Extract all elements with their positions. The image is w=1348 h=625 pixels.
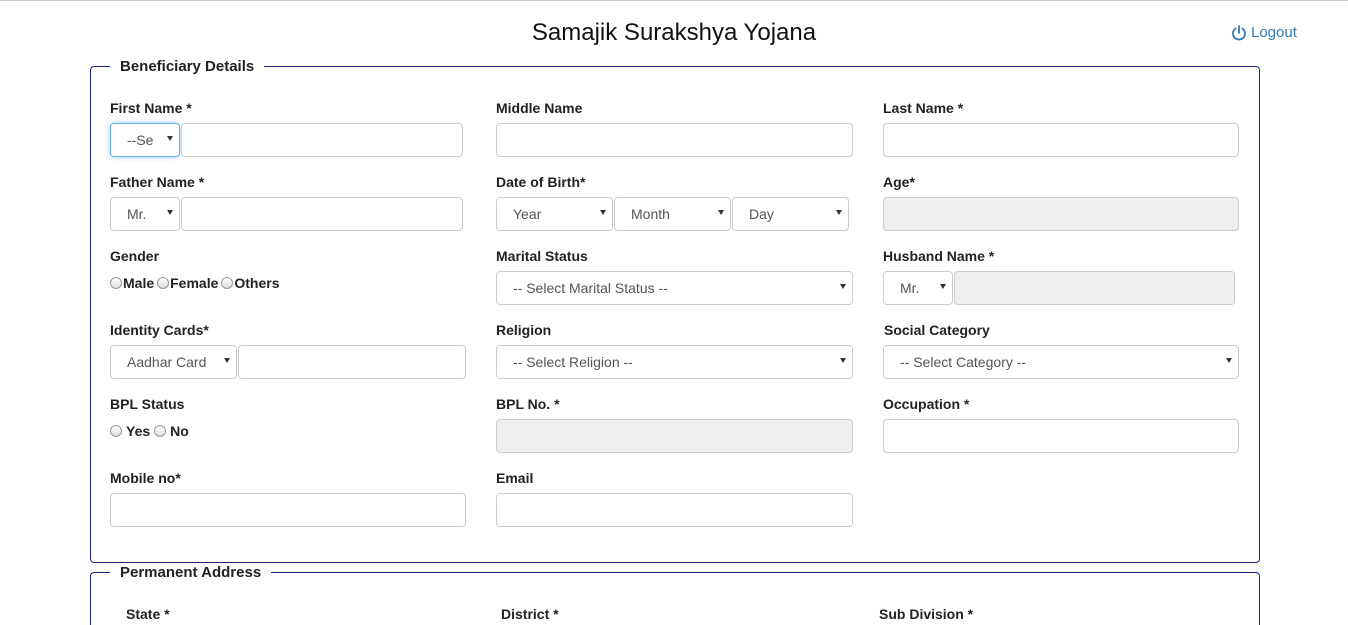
bpl-status-label: BPL Status — [110, 396, 185, 412]
father-name-title-select[interactable]: Mr. — [110, 197, 180, 231]
bpl-yes-radio[interactable] — [110, 425, 122, 437]
page-title: Samajik Surakshya Yojana — [531, 19, 817, 46]
dob-month-select[interactable]: Month — [614, 197, 731, 231]
first-name-title-value: --Se — [127, 132, 154, 148]
identity-type-select[interactable]: Aadhar Card — [110, 345, 237, 379]
last-name-label: Last Name * — [883, 100, 964, 116]
bpl-yes-label: Yes — [126, 423, 151, 439]
chevron-down-icon — [1226, 358, 1232, 363]
religion-select[interactable]: -- Select Religion -- — [496, 345, 853, 379]
logout-label: Logout — [1251, 24, 1297, 41]
last-name-input[interactable] — [883, 123, 1239, 157]
dob-month-value: Month — [631, 206, 670, 222]
husband-name-label: Husband Name * — [883, 248, 995, 264]
gender-female-radio[interactable] — [157, 277, 170, 289]
husband-title-select[interactable]: Mr. — [883, 271, 953, 305]
father-title-value: Mr. — [127, 206, 147, 222]
first-name-title-select[interactable]: --Se — [110, 123, 180, 157]
email-input[interactable] — [496, 493, 853, 527]
dob-label: Date of Birth* — [496, 174, 586, 190]
permanent-address-section: Permanent Address — [90, 564, 1260, 625]
occupation-input[interactable] — [883, 419, 1239, 453]
gender-others-label: Others — [234, 275, 280, 291]
social-category-value: -- Select Category -- — [900, 354, 1027, 370]
social-category-label: Social Category — [884, 322, 990, 338]
email-label: Email — [496, 470, 534, 486]
bpl-no-radio[interactable] — [154, 425, 167, 437]
marital-status-select[interactable]: -- Select Marital Status -- — [496, 271, 853, 305]
logout-link[interactable]: Logout — [1231, 24, 1297, 41]
gender-male-radio[interactable] — [110, 277, 122, 289]
chevron-down-icon — [840, 284, 846, 289]
gender-female-label: Female — [170, 275, 219, 291]
dob-year-select[interactable]: Year — [496, 197, 613, 231]
chevron-down-icon — [718, 210, 724, 215]
chevron-down-icon — [167, 210, 173, 215]
marital-status-label: Marital Status — [496, 248, 588, 264]
middle-name-label: Middle Name — [496, 100, 583, 116]
first-name-input[interactable] — [181, 123, 463, 157]
religion-value: -- Select Religion -- — [513, 354, 633, 370]
bpl-no-input — [496, 419, 853, 453]
middle-name-input[interactable] — [496, 123, 853, 157]
dob-day-select[interactable]: Day — [732, 197, 849, 231]
marital-status-value: -- Select Marital Status -- — [513, 280, 668, 296]
permanent-address-legend: Permanent Address — [120, 564, 262, 581]
state-label: State * — [126, 606, 170, 622]
chevron-down-icon — [940, 284, 946, 289]
chevron-down-icon — [840, 358, 846, 363]
power-icon — [1232, 24, 1246, 40]
identity-type-value: Aadhar Card — [127, 354, 207, 370]
mobile-input[interactable] — [110, 493, 466, 527]
religion-label: Religion — [496, 322, 552, 338]
gender-others-radio[interactable] — [221, 277, 234, 289]
gender-male-label: Male — [123, 275, 155, 291]
gender-label: Gender — [110, 248, 160, 264]
beneficiary-legend: Beneficiary Details — [120, 58, 255, 75]
husband-name-input — [954, 271, 1235, 305]
occupation-label: Occupation * — [883, 396, 970, 412]
father-name-label: Father Name * — [110, 174, 205, 190]
district-label: District * — [501, 606, 559, 622]
sub-division-label: Sub Division * — [879, 606, 974, 622]
chevron-down-icon — [600, 210, 606, 215]
identity-cards-label: Identity Cards* — [110, 322, 209, 338]
first-name-label: First Name * — [110, 100, 192, 116]
age-input — [883, 197, 1239, 231]
chevron-down-icon — [167, 136, 173, 141]
dob-day-value: Day — [749, 206, 774, 222]
father-name-input[interactable] — [181, 197, 463, 231]
chevron-down-icon — [836, 210, 842, 215]
mobile-label: Mobile no* — [110, 470, 181, 486]
husband-title-value: Mr. — [900, 280, 920, 296]
age-label: Age* — [883, 174, 915, 190]
bpl-status-radio-group: Yes No — [110, 423, 189, 439]
bpl-no-label: No — [170, 423, 189, 439]
social-category-select[interactable]: -- Select Category -- — [883, 345, 1239, 379]
identity-number-input[interactable] — [238, 345, 466, 379]
chevron-down-icon — [224, 358, 230, 363]
dob-year-value: Year — [513, 206, 542, 222]
bpl-no-label: BPL No. * — [496, 396, 560, 412]
top-border — [0, 0, 1348, 1]
gender-radio-group: Male Female Others — [110, 275, 280, 291]
